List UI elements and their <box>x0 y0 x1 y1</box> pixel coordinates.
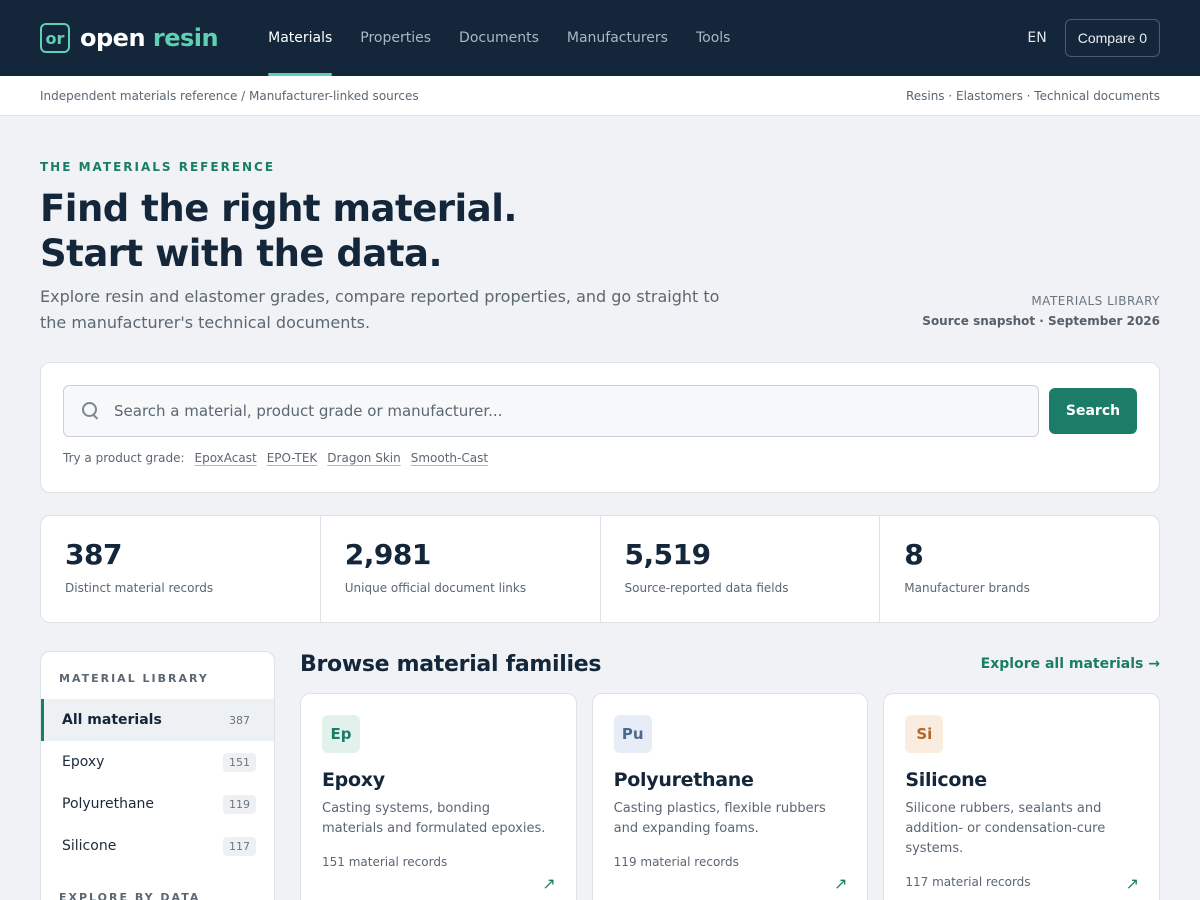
logo[interactable]: or open resin <box>40 23 219 53</box>
stat-value: 387 <box>65 538 122 571</box>
sidebar-item-label: Epoxy <box>62 754 105 770</box>
family-cards: Ep Epoxy Casting systems, bonding materi… <box>300 693 1161 900</box>
suggestions-prefix: Try a product grade: <box>63 451 185 465</box>
sidebar-item-label: Polyurethane <box>62 796 155 812</box>
sidebar-heading-explore: EXPLORE BY DATA <box>59 891 201 900</box>
nav-link-properties[interactable]: Properties <box>346 0 445 76</box>
nav-link-tools[interactable]: Tools <box>682 0 745 76</box>
sidebar-item-all-materials[interactable]: All materials 387 <box>41 699 274 741</box>
snapshot-value: Source snapshot · September 2026 <box>922 314 1160 328</box>
stat-manufacturer-brands: 8 Manufacturer brands <box>880 516 1159 622</box>
family-title: Silicone <box>905 769 987 791</box>
logo-wordmark: open resin <box>80 24 219 52</box>
nav-actions: EN Compare 0 <box>1027 19 1160 57</box>
count-badge: 117 <box>223 836 256 856</box>
source-snapshot: MATERIALS LIBRARY Source snapshot · Sept… <box>922 294 1160 336</box>
breadcrumb: Independent materials reference / Manufa… <box>40 88 419 103</box>
hero-title-line-2: Start with the data. <box>40 232 443 275</box>
logo-word-open: open <box>80 24 146 52</box>
arrow-up-right-icon[interactable]: ↗ <box>542 874 555 893</box>
sidebar-item-label: All materials <box>62 712 162 728</box>
stat-value: 2,981 <box>344 538 432 571</box>
hero-text: Find the right material. Start with the … <box>40 174 740 336</box>
search-input[interactable] <box>114 391 1038 431</box>
families-title: Browse material families <box>300 651 602 677</box>
hero-title: Find the right material. Start with the … <box>40 186 740 276</box>
sidebar-item-polyurethane[interactable]: Polyurethane 119 <box>41 783 274 825</box>
hero: Find the right material. Start with the … <box>40 174 1160 336</box>
suggestion-epoxacast[interactable]: EpoxAcast <box>195 451 257 465</box>
material-families: Browse material families Explore all mat… <box>300 651 1161 900</box>
stat-value: 8 <box>904 538 924 571</box>
stat-label: Source-reported data fields <box>624 581 789 595</box>
suggestion-smooth-cast[interactable]: Smooth-Cast <box>411 451 488 465</box>
library-section: MATERIAL LIBRARY All materials 387 Epoxy… <box>40 651 1161 900</box>
count-badge: 387 <box>223 710 256 730</box>
stat-material-records: 387 Distinct material records <box>41 516 321 622</box>
family-description: Casting plastics, flexible rubbers and e… <box>613 801 826 836</box>
logo-word-resin: resin <box>152 24 219 52</box>
search-card: Search Try a product grade: EpoxAcast EP… <box>40 362 1160 493</box>
main-nav: Materials Properties Documents Manufactu… <box>254 0 744 76</box>
stat-label: Manufacturer brands <box>904 581 1030 595</box>
sidebar-heading: MATERIAL LIBRARY <box>59 672 209 685</box>
library-sidebar: MATERIAL LIBRARY All materials 387 Epoxy… <box>40 651 275 900</box>
family-badge: Ep <box>322 715 360 753</box>
stat-label: Unique official document links <box>344 581 527 595</box>
explore-all-link[interactable]: Explore all materials → <box>981 656 1160 672</box>
family-badge: Si <box>905 715 944 753</box>
family-badge: Pu <box>613 715 652 753</box>
stat-document-links: 2,981 Unique official document links <box>321 516 601 622</box>
family-record-count: 117 material records <box>905 875 1031 889</box>
language-selector[interactable]: EN <box>1027 30 1046 46</box>
nav-link-manufacturers[interactable]: Manufacturers <box>553 0 682 76</box>
search-icon <box>82 402 100 420</box>
stats-panel: 387 Distinct material records 2,981 Uniq… <box>40 515 1160 623</box>
nav-link-documents[interactable]: Documents <box>445 0 553 76</box>
logo-mark: or <box>40 23 70 53</box>
snapshot-label: MATERIALS LIBRARY <box>1031 294 1160 308</box>
compare-button[interactable]: Compare 0 <box>1064 19 1160 57</box>
nav-link-materials[interactable]: Materials <box>254 0 346 76</box>
search-field[interactable] <box>63 385 1039 437</box>
arrow-up-right-icon[interactable]: ↗ <box>834 874 847 893</box>
family-card-epoxy[interactable]: Ep Epoxy Casting systems, bonding materi… <box>300 693 577 900</box>
suggestions: Try a product grade: EpoxAcast EPO-TEK D… <box>63 451 1137 465</box>
top-navigation: or open resin Materials Properties Docum… <box>0 0 1200 76</box>
family-description: Silicone rubbers, sealants and addition-… <box>905 801 1106 856</box>
stat-data-fields: 5,519 Source-reported data fields <box>601 516 881 622</box>
search-row: Search <box>63 385 1137 437</box>
family-record-count: 151 material records <box>322 855 448 869</box>
hero-eyebrow: THE MATERIALS REFERENCE <box>40 160 276 174</box>
count-badge: 151 <box>223 752 256 772</box>
suggestion-epo-tek[interactable]: EPO-TEK <box>267 451 318 465</box>
suggestion-dragon-skin[interactable]: Dragon Skin <box>327 451 400 465</box>
sidebar-item-label: Silicone <box>62 838 117 854</box>
family-description: Casting systems, bonding materials and f… <box>322 801 546 836</box>
count-badge: 119 <box>223 794 256 814</box>
family-card-silicone[interactable]: Si Silicone Silicone rubbers, sealants a… <box>883 693 1161 900</box>
family-card-polyurethane[interactable]: Pu Polyurethane Casting plastics, flexib… <box>591 693 869 900</box>
family-record-count: 119 material records <box>613 855 739 869</box>
sidebar-items: All materials 387 Epoxy 151 Polyurethane… <box>41 699 274 867</box>
stat-label: Distinct material records <box>65 581 214 595</box>
hero-description: Explore resin and elastomer grades, comp… <box>40 287 720 332</box>
stat-value: 5,519 <box>624 538 712 571</box>
sidebar-item-epoxy[interactable]: Epoxy 151 <box>41 741 274 783</box>
search-button[interactable]: Search <box>1049 388 1137 434</box>
families-header: Browse material families Explore all mat… <box>300 651 1160 677</box>
family-title: Epoxy <box>322 769 385 791</box>
sub-bar: Independent materials reference / Manufa… <box>0 76 1200 116</box>
category-summary: Resins · Elastomers · Technical document… <box>905 88 1160 103</box>
arrow-up-right-icon[interactable]: ↗ <box>1126 874 1139 893</box>
sidebar-item-silicone[interactable]: Silicone 117 <box>41 825 274 867</box>
family-title: Polyurethane <box>613 769 754 791</box>
main-content: THE MATERIALS REFERENCE Find the right m… <box>0 116 1200 900</box>
hero-title-line-1: Find the right material. <box>40 187 517 230</box>
